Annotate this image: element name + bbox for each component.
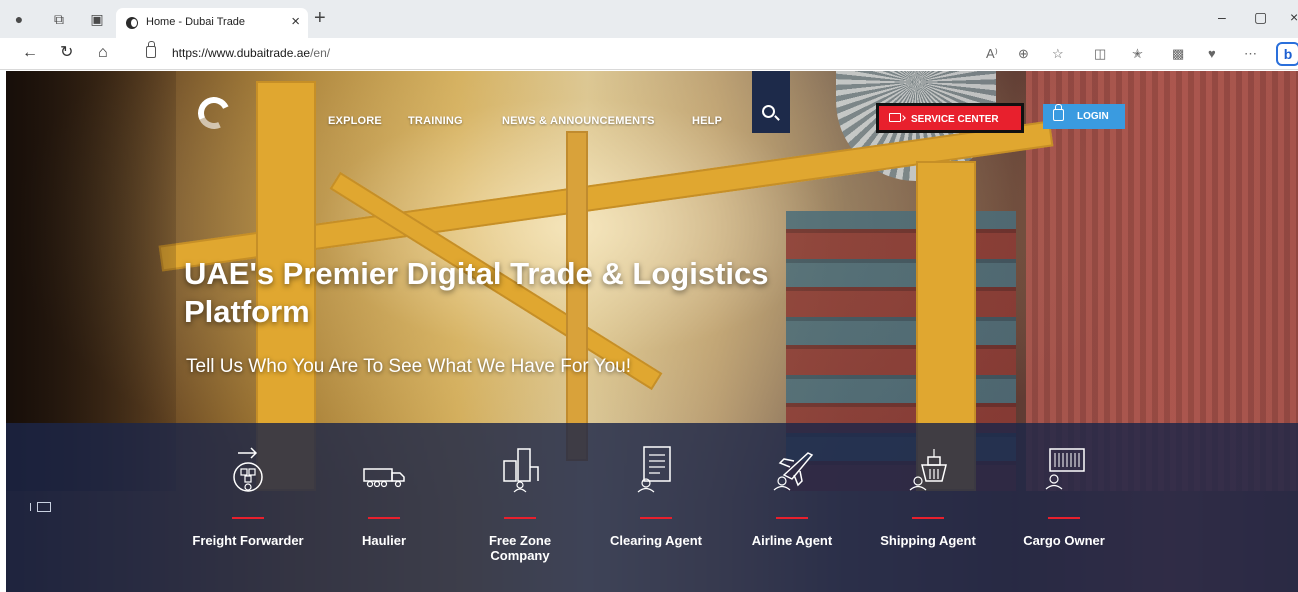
role-divider xyxy=(232,517,264,519)
url-main: https://www.dubaitrade.ae xyxy=(172,46,311,60)
role-label: Airline Agent xyxy=(751,533,833,548)
search-icon xyxy=(762,105,775,118)
role-clearing-agent[interactable]: Clearing Agent xyxy=(596,445,716,585)
role-label: Haulier xyxy=(361,533,407,548)
more-icon[interactable]: ⋯ xyxy=(1244,46,1257,62)
tab-title: Home - Dubai Trade xyxy=(146,16,246,28)
role-divider xyxy=(368,517,400,519)
dubai-trade-page: EXPLORE TRAINING NEWS & ANNOUNCEMENTS HE… xyxy=(6,71,1298,592)
minimize-button[interactable]: – xyxy=(1218,9,1226,25)
role-airline-agent[interactable]: Airline Agent xyxy=(732,445,852,585)
nav-help[interactable]: HELP xyxy=(692,115,722,127)
home-icon[interactable]: ⌂ xyxy=(98,44,108,62)
extensions-icon[interactable]: ♥ xyxy=(1208,46,1216,61)
service-center-icon xyxy=(889,113,901,122)
collections-icon[interactable]: ▩ xyxy=(1172,46,1184,62)
service-center-label: SERVICE CENTER xyxy=(911,114,999,125)
airplane-icon xyxy=(773,452,814,491)
role-label: Clearing Agent xyxy=(610,533,702,548)
refresh-icon[interactable]: ↻ xyxy=(60,44,73,62)
nav-explore[interactable]: EXPLORE xyxy=(328,115,382,127)
role-label: Shipping Agent xyxy=(880,533,976,548)
document-icon xyxy=(637,446,671,493)
role-freight-forwarder[interactable]: Freight Forwarder xyxy=(188,445,308,585)
buildings-icon xyxy=(503,448,539,493)
role-label: Free Zone Company xyxy=(488,533,552,563)
nav-training[interactable]: TRAINING xyxy=(408,115,463,127)
close-window-button[interactable]: × xyxy=(1290,9,1298,25)
role-label: Cargo Owner xyxy=(1023,533,1105,548)
role-free-zone-company[interactable]: Free Zone Company xyxy=(460,445,580,585)
workspaces-icon[interactable]: ⧉ xyxy=(50,10,68,28)
role-label: Freight Forwarder xyxy=(192,533,304,548)
tab-close-icon[interactable]: × xyxy=(291,13,300,30)
url-text[interactable]: https://www.dubaitrade.ae/en/ xyxy=(172,46,330,60)
role-haulier[interactable]: Haulier xyxy=(324,445,444,585)
maximize-button[interactable]: ▢ xyxy=(1254,9,1267,26)
ship-icon xyxy=(909,449,947,491)
container-icon xyxy=(1045,448,1085,490)
logo-swirl-icon xyxy=(193,92,235,134)
favorites-icon[interactable]: ✭ xyxy=(1132,46,1143,62)
role-divider xyxy=(640,517,672,519)
login-button[interactable]: LOGIN xyxy=(1043,104,1125,129)
role-divider xyxy=(504,517,536,519)
address-bar[interactable]: https://www.dubaitrade.ae/en/ xyxy=(132,41,1156,65)
dubai-trade-favicon-icon xyxy=(126,17,138,29)
read-aloud-icon[interactable]: A⁾ xyxy=(986,46,998,62)
lock-icon[interactable] xyxy=(146,41,156,58)
zoom-icon[interactable]: ⊕ xyxy=(1018,46,1029,62)
tab-home-dubai-trade[interactable]: Home - Dubai Trade × xyxy=(116,8,308,38)
role-cargo-owner[interactable]: Cargo Owner xyxy=(1004,445,1124,585)
browser-toolbar: ← ↻ ⌂ https://www.dubaitrade.ae/en/ A⁾ ⊕… xyxy=(0,38,1298,70)
role-shipping-agent[interactable]: Shipping Agent xyxy=(868,445,988,585)
back-icon[interactable]: ← xyxy=(22,44,38,62)
search-button[interactable] xyxy=(752,71,790,133)
hero-title: UAE's Premier Digital Trade & Logistics … xyxy=(184,256,769,329)
browser-tab-bar: ● ⧉ ▣ Home - Dubai Trade × + – ▢ × xyxy=(0,0,1298,38)
favorite-icon[interactable]: ☆ xyxy=(1052,46,1064,62)
roles-panel: Freight Forwarder Haulier Free Zone Comp… xyxy=(6,423,1298,592)
role-divider xyxy=(912,517,944,519)
truck-icon xyxy=(363,468,405,488)
nav-news-announcements[interactable]: NEWS & ANNOUNCEMENTS xyxy=(502,115,655,127)
hero-subtitle: Tell Us Who You Are To See What We Have … xyxy=(186,356,631,377)
service-center-button[interactable]: SERVICE CENTER xyxy=(876,103,1024,133)
role-divider xyxy=(1048,517,1080,519)
split-screen-icon[interactable]: ◫ xyxy=(1094,46,1106,62)
dubai-trade-logo[interactable] xyxy=(192,92,236,137)
profile-icon[interactable]: ● xyxy=(10,10,28,28)
freight-forwarder-icon xyxy=(233,447,263,492)
login-label: LOGIN xyxy=(1077,111,1109,122)
bing-icon[interactable]: b xyxy=(1276,42,1298,66)
url-path: /en/ xyxy=(310,46,331,60)
video-toggle-icon[interactable] xyxy=(30,501,52,513)
lock-icon xyxy=(1053,104,1064,121)
new-tab-button[interactable]: + xyxy=(314,8,326,28)
role-divider xyxy=(776,517,808,519)
tab-actions-icon[interactable]: ▣ xyxy=(88,10,106,28)
